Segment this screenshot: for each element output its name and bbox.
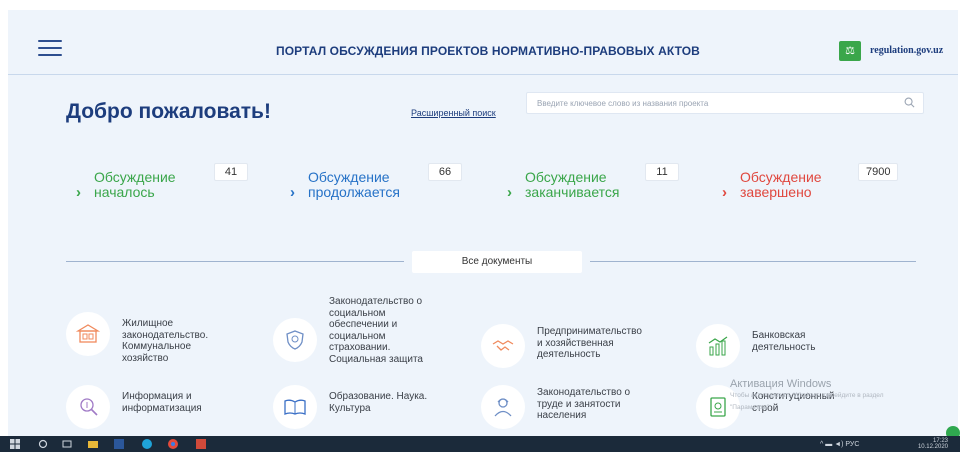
watermark-subtitle: Чтобы активировать Windows, перейдите в …: [730, 392, 884, 399]
watermark-subtitle-2: "Параметры".: [730, 404, 772, 411]
category-housing[interactable]: Жилищное законодательство. Коммунальное …: [66, 312, 256, 364]
handshake-icon: [481, 324, 525, 368]
category-education[interactable]: Образование. Наука. Культура: [273, 385, 473, 429]
chevron-right-icon: ›: [722, 184, 727, 201]
browser-top-strip: [0, 0, 960, 10]
bank-chart-icon: [696, 324, 740, 368]
status-label: Обсуждение продолжается: [308, 169, 400, 200]
chevron-right-icon: ›: [507, 184, 512, 201]
open-book-icon: [273, 385, 317, 429]
status-count: 66: [428, 163, 462, 181]
category-label: Предпринимательство и хозяйственная деят…: [537, 326, 642, 360]
clock-date: 10.12.2020: [917, 444, 948, 450]
category-business[interactable]: Предпринимательство и хозяйственная деят…: [481, 324, 691, 374]
category-labor[interactable]: Законодательство о труде и занятости нас…: [481, 385, 691, 429]
status-count: 7900: [858, 163, 899, 181]
status-label: Обсуждение заканчивается: [525, 169, 620, 200]
portal-page: ПОРТАЛ ОБСУЖДЕНИЯ ПРОЕКТОВ НОРМАТИВНО-ПР…: [8, 10, 960, 440]
shield-hands-icon: [273, 318, 317, 362]
app-icon[interactable]: [196, 439, 206, 449]
worker-icon: [481, 385, 525, 429]
category-label: Законодательство о труде и занятости нас…: [537, 387, 631, 421]
category-information[interactable]: Информация и информатизация: [66, 385, 256, 429]
taskbar: ^ ▬ ◄) РУС 17:23 10.12.2020: [0, 436, 960, 452]
word-icon[interactable]: [114, 439, 124, 449]
edge-icon[interactable]: [142, 439, 152, 449]
windows-start-icon[interactable]: [10, 439, 20, 449]
category-social[interactable]: Законодательство о социальном обеспечени…: [273, 296, 473, 376]
search-input[interactable]: [527, 93, 887, 114]
category-banking[interactable]: Банковская деятельность: [696, 324, 886, 374]
divider-right: [590, 261, 916, 262]
tray-icons: ^ ▬ ◄) РУС: [820, 441, 859, 448]
scales-logo-icon[interactable]: ⚖: [839, 41, 861, 61]
portal-title: ПОРТАЛ ОБСУЖДЕНИЯ ПРОЕКТОВ НОРМАТИВНО-ПР…: [276, 44, 700, 58]
file-explorer-icon[interactable]: [88, 439, 98, 449]
divider-left: [66, 261, 404, 262]
search-icon[interactable]: [904, 97, 915, 108]
chevron-right-icon: ›: [76, 184, 81, 201]
status-count: 41: [214, 163, 248, 181]
magnifier-icon: [66, 385, 110, 429]
status-label: Обсуждение началось: [94, 169, 176, 200]
volume-icon[interactable]: ◄): [834, 441, 843, 448]
category-label: Информация и информатизация: [122, 391, 202, 414]
chevron-up-icon[interactable]: ^: [820, 441, 823, 448]
search-icon[interactable]: [38, 439, 48, 449]
watermark-title: Активация Windows: [730, 378, 832, 390]
chevron-right-icon: ›: [290, 184, 295, 201]
header: ПОРТАЛ ОБСУЖДЕНИЯ ПРОЕКТОВ НОРМАТИВНО-ПР…: [8, 22, 958, 74]
category-label: Жилищное законодательство. Коммунальное …: [122, 318, 209, 364]
search-box: [526, 92, 924, 114]
building-icon: [66, 312, 110, 356]
clock[interactable]: 17:23 10.12.2020: [918, 438, 948, 450]
category-label: Законодательство о социальном обеспечени…: [329, 296, 423, 365]
category-label: Образование. Наука. Культура: [329, 391, 428, 414]
category-label: Банковская деятельность: [752, 330, 816, 353]
keyboard-language[interactable]: РУС: [845, 441, 859, 448]
status-label: Обсуждение завершено: [740, 169, 822, 200]
menu-icon[interactable]: [38, 40, 62, 58]
header-divider: [8, 74, 958, 75]
all-documents-button[interactable]: Все документы: [412, 251, 582, 273]
advanced-search-link[interactable]: Расширенный поиск: [411, 108, 496, 118]
screen: ПОРТАЛ ОБСУЖДЕНИЯ ПРОЕКТОВ НОРМАТИВНО-ПР…: [0, 0, 960, 452]
task-view-icon[interactable]: [62, 439, 72, 449]
page-title: Добро пожаловать!: [66, 100, 271, 123]
network-icon[interactable]: ▬: [825, 441, 832, 448]
chrome-icon[interactable]: [168, 439, 178, 449]
site-domain-link[interactable]: regulation.gov.uz: [870, 45, 943, 56]
windows-activation-watermark: Активация Windows Чтобы активировать Win…: [730, 378, 884, 414]
status-count: 11: [645, 163, 679, 181]
